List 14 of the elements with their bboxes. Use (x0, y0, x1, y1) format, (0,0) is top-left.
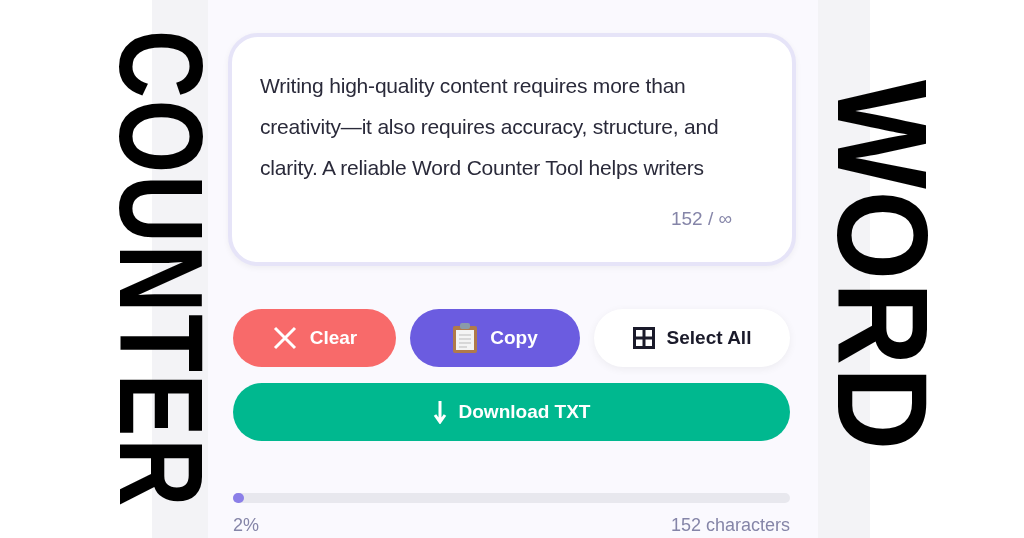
select-all-button[interactable]: Select All (594, 309, 790, 367)
vertical-title: COUNTER (102, 30, 220, 508)
vertical-title: WORD (818, 80, 946, 452)
download-arrow-icon (432, 400, 447, 424)
download-button[interactable]: Download TXT (233, 383, 790, 441)
character-count: 152 characters (670, 515, 790, 536)
grid-icon (632, 327, 655, 349)
clipboard-icon (452, 323, 479, 353)
clear-button[interactable]: Clear (233, 309, 396, 367)
text-editor[interactable]: Writing high-quality content requires more than creativity—it also requires accuracy, structure, and clarity. A reliable Word Counter Tool helps writers 152 / ∞ (228, 33, 796, 266)
character-counter: 152 / ∞ (670, 208, 732, 230)
close-icon (271, 325, 298, 351)
copy-button[interactable]: Copy (410, 309, 580, 367)
progress-percent: 2% (233, 515, 259, 536)
